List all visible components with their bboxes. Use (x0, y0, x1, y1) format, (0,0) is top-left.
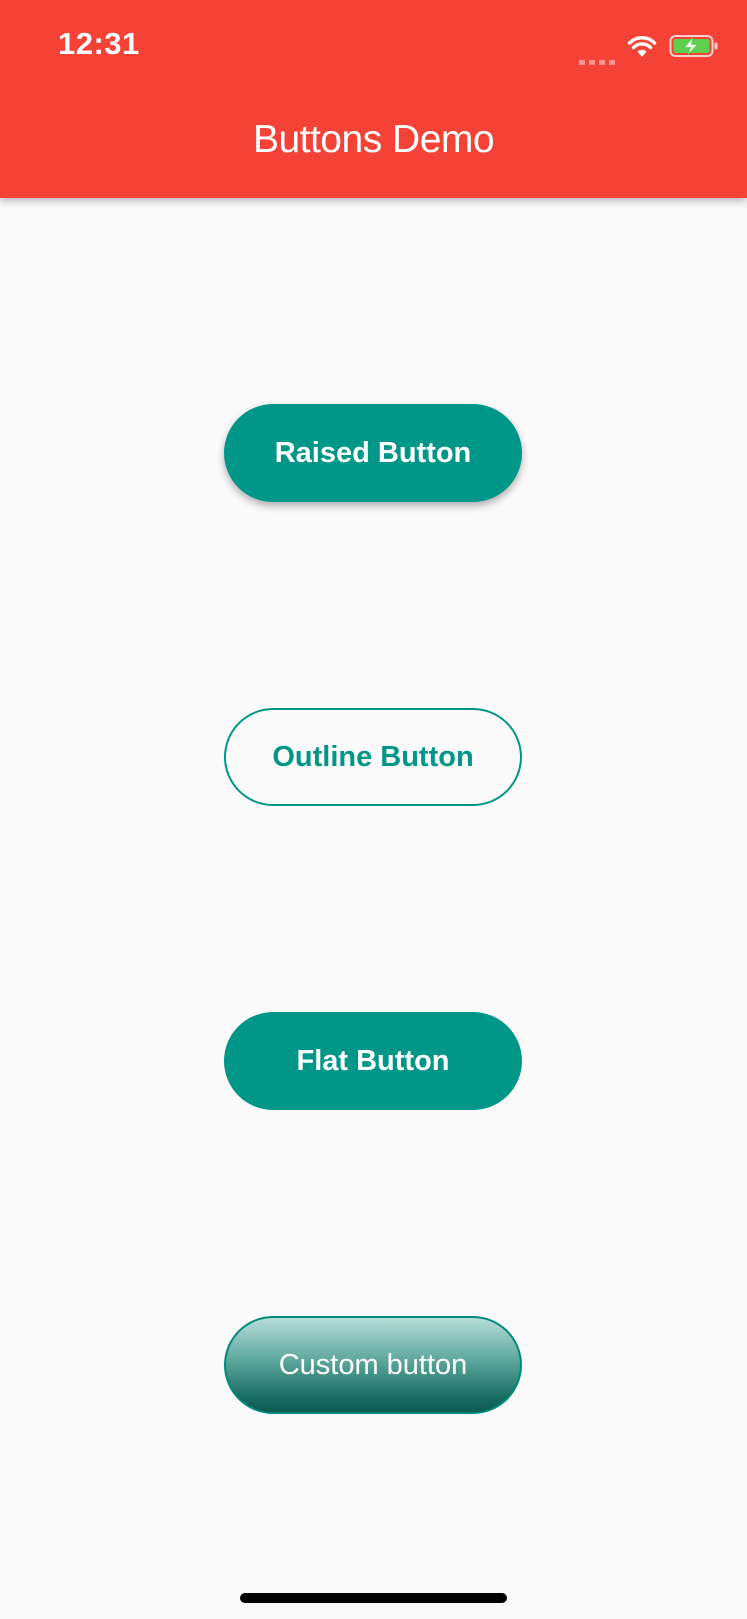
flat-button[interactable]: Flat Button (224, 1012, 522, 1110)
battery-charging-icon (669, 35, 718, 57)
app-bar-title: Buttons Demo (252, 118, 495, 161)
app-bar: 12:31 Buttons Demo (0, 0, 747, 198)
outline-button[interactable]: Outline Button (224, 708, 522, 806)
status-time: 12:31 (58, 26, 140, 61)
flat-button-label: Flat Button (296, 1044, 450, 1077)
custom-button-label: Custom button (278, 1348, 468, 1381)
home-indicator[interactable] (240, 1593, 507, 1603)
cellular-signal-icon (579, 41, 615, 65)
wifi-icon (627, 36, 657, 57)
status-icons (579, 30, 719, 65)
outline-button-label: Outline Button (272, 740, 474, 773)
raised-button-label: Raised Button (274, 436, 472, 469)
raised-button[interactable]: Raised Button (224, 404, 522, 502)
custom-button[interactable]: Custom button (224, 1316, 522, 1414)
